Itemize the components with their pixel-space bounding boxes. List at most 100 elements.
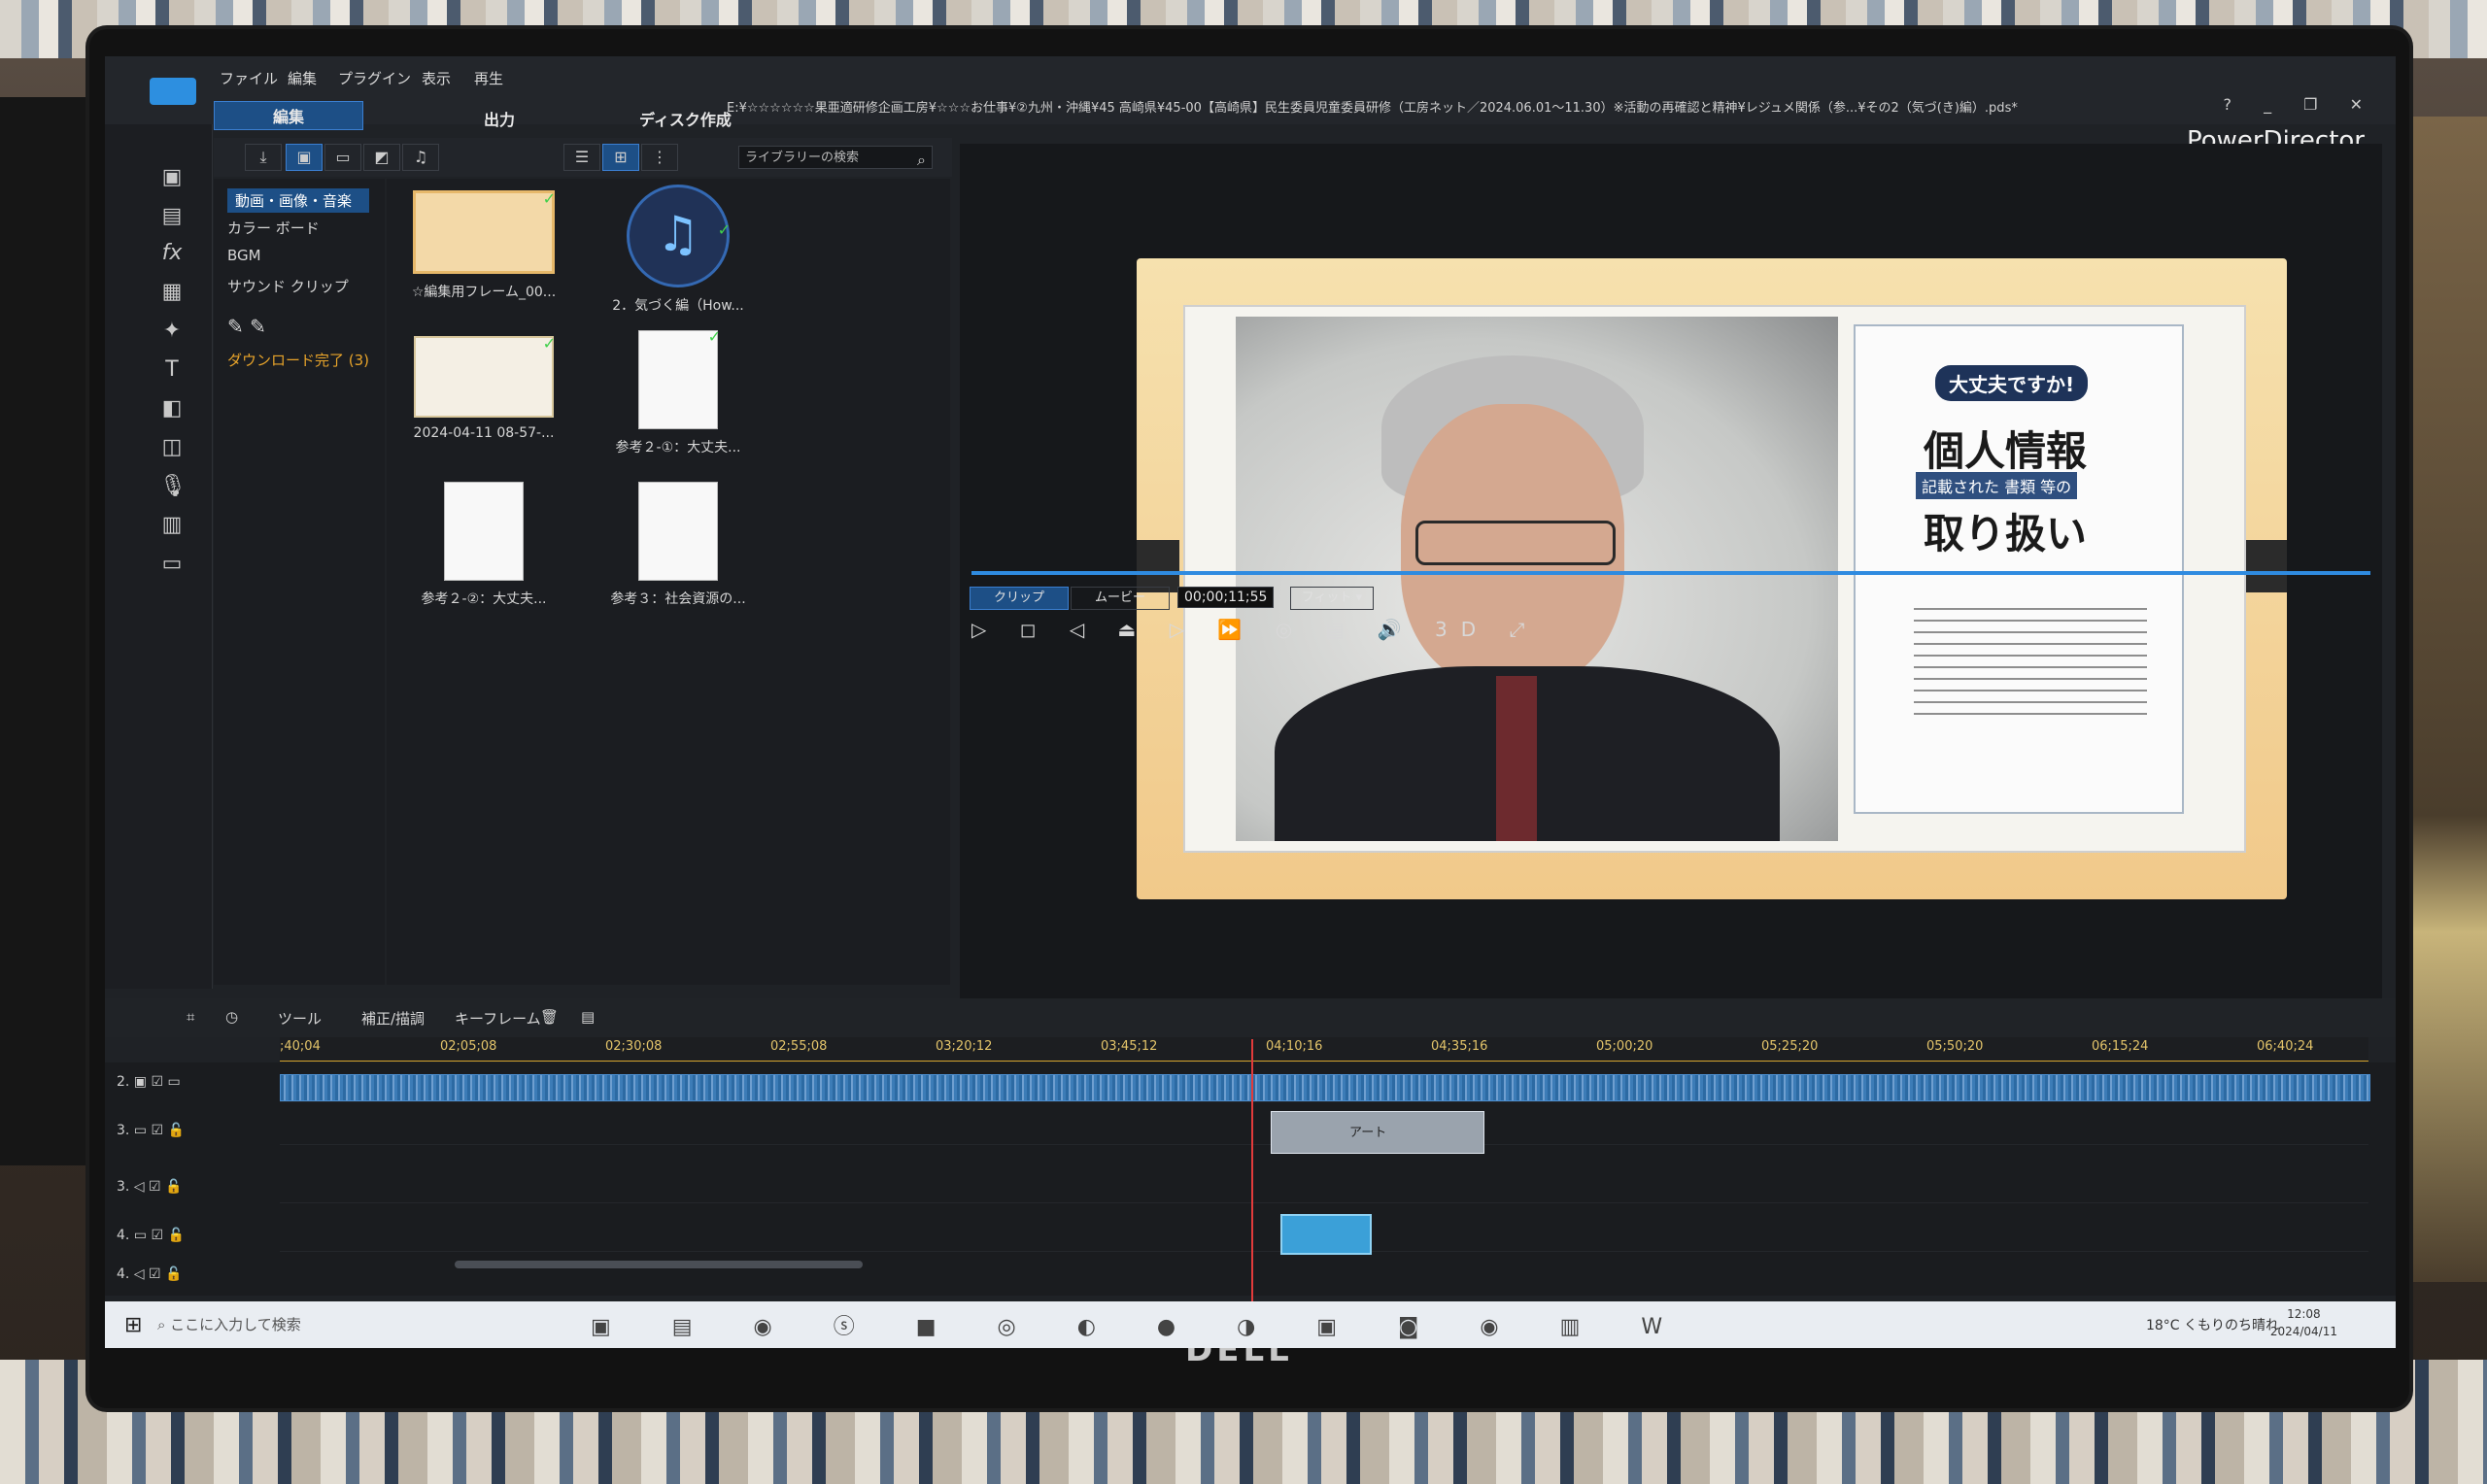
media-item[interactable]: ✓ ☆編集用フレーム_00...: [396, 189, 571, 301]
used-check-icon: ✓: [717, 220, 731, 239]
media-item[interactable]: ♫ ✓ 2．気づく編（How...: [591, 185, 766, 315]
media-caption: 2．気づく編（How...: [612, 298, 744, 314]
flyer-overlay[interactable]: 大丈夫ですか! 個人情報 記載された 書類 等の 取り扱い: [1854, 324, 2184, 814]
filter-image-icon[interactable]: ◩: [363, 144, 400, 171]
used-check-icon: ✓: [707, 327, 721, 346]
tab-edit[interactable]: 編集: [214, 101, 364, 130]
title-clip[interactable]: アート: [1271, 1111, 1484, 1154]
library-tree: 動画・画像・音楽 カラー ボード BGM サウンド クリップ ✎ ✎ ダウンロー…: [214, 179, 385, 985]
fit-label: フィット: [1301, 590, 1352, 605]
title-room-icon[interactable]: T: [159, 357, 185, 383]
media-item[interactable]: 参考３：社会資源の...: [591, 482, 766, 608]
list-view-icon[interactable]: ☰: [563, 144, 600, 171]
menu-file[interactable]: ファイル: [220, 68, 278, 88]
taskbar-search[interactable]: ⌕ ここに入力して検索: [157, 1307, 449, 1342]
ruler-tick: ;40;04: [280, 1039, 321, 1054]
media-room-icon[interactable]: ▣: [159, 165, 185, 190]
crop-icon[interactable]: ⌗: [187, 1008, 194, 1026]
particle-room-icon[interactable]: ✦: [159, 319, 185, 344]
transition-room-icon[interactable]: ◧: [159, 396, 185, 422]
tree-item-sound-clip[interactable]: サウンド クリップ: [227, 276, 349, 296]
ruler-tick: 02;30;08: [605, 1039, 663, 1054]
preview-scrubber[interactable]: [971, 571, 2370, 575]
tag-icon[interactable]: ✎ ✎: [227, 315, 266, 338]
filter-video-icon[interactable]: ▭: [324, 144, 361, 171]
keyframe-button[interactable]: キーフレーム: [455, 1008, 541, 1029]
menu-play[interactable]: 再生: [474, 68, 503, 88]
media-caption: 参考２-①：大丈夫...: [615, 440, 741, 455]
ruler-tick: 03;20;12: [936, 1039, 993, 1054]
playback-controls[interactable]: ▷ ◻ ◁ ⏏ ▷ ⏩ ◎ ▤ 🔊 3D ⤢: [971, 618, 1539, 641]
timeline-tracks: 2. ▣ ☑ ▭ 3. ▭ ☑ 🔓 アート 3. ◁ ☑ 🔓 4. ▭ ☑ 🔓 …: [105, 1062, 2396, 1296]
track-row[interactable]: アート: [280, 1111, 2368, 1154]
timeline-ruler[interactable]: ;40;04 02;05;08 02;30;08 02;55;08 03;20;…: [280, 1037, 2368, 1062]
playhead[interactable]: [1251, 1039, 1253, 1301]
template-room-icon[interactable]: ▤: [159, 204, 185, 229]
media-item[interactable]: ✓ 2024-04-11 08-57-...: [396, 334, 571, 441]
document-thumbnail: ✓: [638, 327, 721, 429]
tree-item-color-board[interactable]: カラー ボード: [227, 218, 320, 238]
import-icon[interactable]: ⤓: [245, 144, 282, 171]
ruler-tick: 06;40;24: [2257, 1039, 2314, 1054]
tab-output[interactable]: 出力: [484, 107, 515, 130]
track-header: 4. ▭ ☑ 🔓: [105, 1228, 280, 1257]
timeline-scrollbar[interactable]: [455, 1261, 863, 1268]
tools-dropdown[interactable]: ツール: [278, 1008, 322, 1029]
tree-item-media[interactable]: 動画・画像・音楽: [227, 188, 370, 213]
ruler-tick: 05;50;20: [1926, 1039, 1984, 1054]
track-number: 4.: [117, 1228, 130, 1243]
image-clip[interactable]: [1280, 1214, 1372, 1255]
ruler-tick: 06;15;24: [2092, 1039, 2149, 1054]
menu-plugin[interactable]: プラグイン: [338, 68, 411, 88]
filter-audio-icon[interactable]: ♫: [402, 144, 439, 171]
filter-all-icon[interactable]: ▣: [286, 144, 323, 171]
movie-mode-button[interactable]: ムービー: [1071, 587, 1170, 610]
menu-view[interactable]: 表示: [422, 68, 451, 88]
weather[interactable]: 18°C くもりのち晴れ: [2146, 1315, 2279, 1334]
search-icon[interactable]: ⌕: [917, 149, 926, 172]
preview-inner: 大丈夫ですか! 個人情報 記載された 書類 等の 取り扱い: [1183, 305, 2246, 853]
trash-icon[interactable]: 🗑: [540, 1008, 559, 1026]
track-row[interactable]: [280, 1068, 2370, 1102]
subtitle-room-icon[interactable]: ▭: [159, 552, 185, 577]
pip-room-icon[interactable]: ▦: [159, 280, 185, 305]
library-search-input[interactable]: ライブラリーの検索 ⌕: [738, 146, 933, 169]
small-grid-icon[interactable]: ⋮: [641, 144, 678, 171]
chapter-room-icon[interactable]: ▥: [159, 513, 185, 538]
flyer-subtitle: 記載された 書類 等の: [1916, 472, 2078, 499]
tree-item-bgm[interactable]: BGM: [227, 247, 261, 264]
fix-enhance-button[interactable]: 補正/描調: [361, 1008, 425, 1029]
clock[interactable]: 12:08 2024/04/11: [2270, 1305, 2337, 1340]
music-note-icon: ♫ ✓: [627, 185, 731, 287]
tab-disc[interactable]: ディスク作成: [639, 107, 732, 130]
window-controls[interactable]: ? _ ❐ ✕: [2224, 95, 2377, 114]
title-bar: ファイル 編集 プラグイン 表示 再生 編集 出力 ディスク作成 E:¥☆☆☆☆…: [105, 56, 2396, 155]
taskbar-apps[interactable]: ▣ ▤ ◉ ⓢ ■ ◎ ◐ ● ◑ ▣ ◙ ◉ ▥ W: [591, 1309, 1689, 1340]
track-row[interactable]: [280, 1169, 2368, 1203]
track-row[interactable]: [280, 1214, 2368, 1255]
clip-mode-button[interactable]: クリップ: [970, 587, 1069, 610]
grid-view-icon[interactable]: ⊞: [602, 144, 639, 171]
track-number: 2.: [117, 1074, 130, 1090]
fit-dropdown[interactable]: フィット ▾: [1290, 587, 1374, 610]
microphone-icon[interactable]: 🎙: [159, 474, 187, 499]
mixing-room-icon[interactable]: ◫: [159, 435, 185, 460]
split-icon[interactable]: ▤: [581, 1008, 595, 1026]
track-number: 4.: [117, 1266, 130, 1282]
windows-start-icon[interactable]: ⊞: [124, 1313, 142, 1337]
ruler-tick: 05;25;20: [1761, 1039, 1819, 1054]
ruler-tick: 02;05;08: [440, 1039, 497, 1054]
download-complete[interactable]: ダウンロード完了 (3): [227, 350, 369, 370]
track-header: 3. ◁ ☑ 🔓: [105, 1179, 280, 1208]
preview-frame: 大丈夫ですか! 個人情報 記載された 書類 等の 取り扱い: [1137, 258, 2287, 899]
media-item[interactable]: ✓ 参考２-①：大丈夫...: [591, 327, 766, 456]
menu-edit[interactable]: 編集: [288, 68, 317, 88]
frame-tab-left: [1137, 540, 1179, 592]
flyer-body-text: [1914, 608, 2147, 725]
desk-items: [2400, 117, 2487, 1282]
audio-clip[interactable]: [280, 1074, 2370, 1101]
speed-icon[interactable]: ◷: [225, 1008, 238, 1026]
fx-room-icon[interactable]: fx: [159, 241, 185, 266]
timecode-display[interactable]: 00;00;11;55: [1177, 587, 1275, 608]
media-item[interactable]: 参考２-②：大丈夫...: [396, 482, 571, 608]
